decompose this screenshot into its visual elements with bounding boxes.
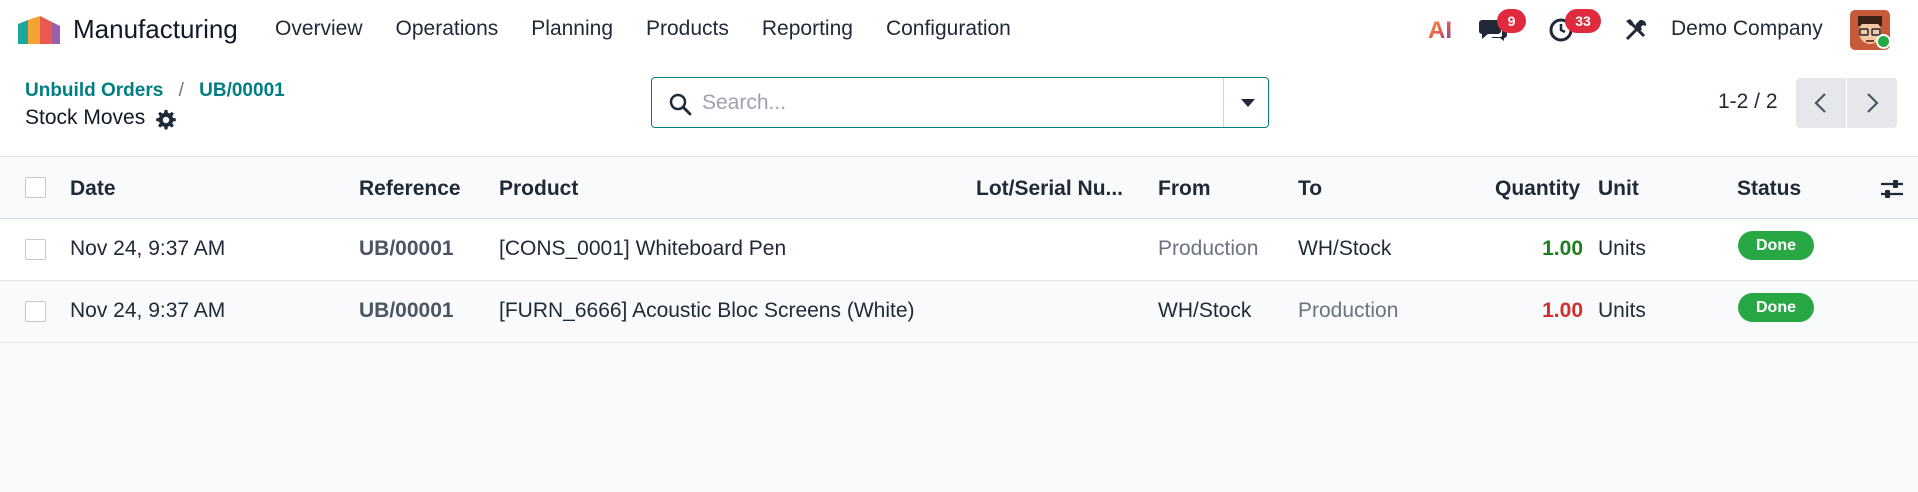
breadcrumb-unbuild-orders[interactable]: Unbuild Orders: [25, 80, 163, 101]
breadcrumb-separator: /: [178, 80, 184, 101]
messages-count-badge: 9: [1497, 9, 1526, 33]
cell-product: [FURN_6666] Acoustic Bloc Screens (White…: [499, 299, 915, 322]
row-checkbox[interactable]: [25, 239, 46, 260]
column-lot-serial[interactable]: Lot/Serial Nu...: [976, 177, 1123, 201]
cell-unit: Units: [1598, 237, 1646, 260]
column-to[interactable]: To: [1298, 177, 1322, 201]
company-switcher[interactable]: Demo Company: [1671, 17, 1823, 41]
column-product[interactable]: Product: [499, 177, 578, 201]
debug-tools-icon[interactable]: [1622, 16, 1650, 44]
gear-icon[interactable]: [155, 109, 177, 131]
table-header: Date Reference Product Lot/Serial Nu... …: [0, 157, 1918, 219]
search-options-toggle[interactable]: [1223, 78, 1269, 127]
row-checkbox[interactable]: [25, 301, 46, 322]
cell-product: [CONS_0001] Whiteboard Pen: [499, 237, 787, 260]
column-quantity[interactable]: Quantity: [1495, 177, 1580, 201]
column-status[interactable]: Status: [1737, 177, 1801, 201]
chevron-left-icon: [1814, 93, 1826, 113]
page-title: Stock Moves: [25, 106, 146, 129]
cell-to: WH/Stock: [1298, 237, 1392, 260]
svg-text:AI: AI: [1428, 17, 1452, 43]
menu-operations[interactable]: Operations: [396, 17, 499, 41]
main-menu: Overview Operations Planning Products Re…: [275, 17, 1044, 41]
pager-value[interactable]: 1-2 / 2: [1718, 90, 1778, 114]
menu-overview[interactable]: Overview: [275, 17, 363, 41]
status-badge: Done: [1738, 231, 1814, 260]
manufacturing-app-icon[interactable]: [18, 14, 60, 46]
top-navbar: Manufacturing Overview Operations Planni…: [0, 0, 1918, 60]
status-badge: Done: [1738, 293, 1814, 322]
pager-next-button[interactable]: [1847, 78, 1897, 128]
column-settings-icon[interactable]: [1880, 178, 1904, 200]
column-date[interactable]: Date: [70, 177, 116, 201]
control-panel: Unbuild Orders / UB/00001 Stock Moves 1-…: [0, 60, 1918, 157]
cell-reference[interactable]: UB/00001: [359, 299, 454, 323]
menu-reporting[interactable]: Reporting: [762, 17, 853, 41]
search-icon: [669, 93, 692, 116]
cell-date: Nov 24, 9:37 AM: [70, 299, 226, 322]
stock-moves-table: Date Reference Product Lot/Serial Nu... …: [0, 157, 1918, 343]
cell-quantity: 1.00: [1542, 237, 1583, 260]
column-reference[interactable]: Reference: [359, 177, 461, 201]
cell-reference[interactable]: UB/00001: [359, 237, 454, 261]
chevron-right-icon: [1867, 93, 1879, 113]
select-all-checkbox[interactable]: [25, 177, 46, 198]
cell-to: Production: [1298, 299, 1399, 322]
table-row[interactable]: Nov 24, 9:37 AM UB/00001 [FURN_6666] Aco…: [0, 281, 1918, 343]
cell-date: Nov 24, 9:37 AM: [70, 237, 226, 260]
cell-unit: Units: [1598, 299, 1646, 322]
cell-quantity: 1.00: [1542, 299, 1583, 322]
menu-planning[interactable]: Planning: [531, 17, 613, 41]
cell-from: Production: [1158, 237, 1259, 260]
chevron-down-icon: [1241, 99, 1255, 107]
online-status-dot: [1876, 34, 1891, 49]
column-from[interactable]: From: [1158, 177, 1211, 201]
search-bar: [651, 77, 1269, 128]
ai-assistant-icon[interactable]: AI: [1428, 15, 1458, 43]
column-unit[interactable]: Unit: [1598, 177, 1639, 201]
app-name[interactable]: Manufacturing: [73, 14, 238, 45]
menu-configuration[interactable]: Configuration: [886, 17, 1011, 41]
menu-products[interactable]: Products: [646, 17, 729, 41]
breadcrumb: Unbuild Orders / UB/00001: [25, 80, 285, 102]
table-row[interactable]: Nov 24, 9:37 AM UB/00001 [CONS_0001] Whi…: [0, 219, 1918, 281]
breadcrumb-ub-00001[interactable]: UB/00001: [199, 80, 285, 101]
cell-from: WH/Stock: [1158, 299, 1252, 322]
activities-count-badge: 33: [1565, 9, 1601, 33]
pager-previous-button[interactable]: [1796, 78, 1846, 128]
search-input[interactable]: [702, 89, 1202, 117]
